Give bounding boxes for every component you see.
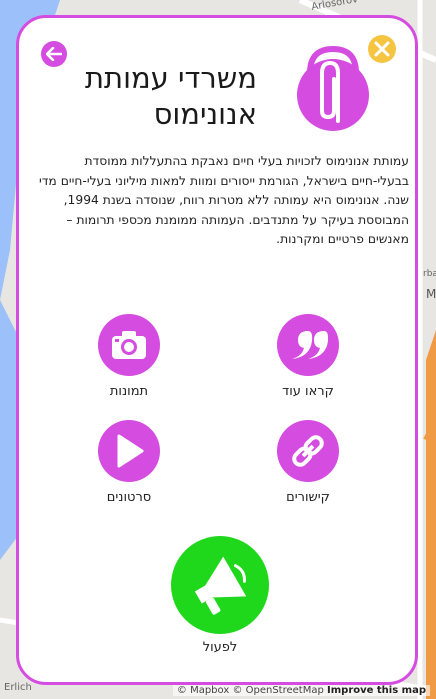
map-label-edge-1: rba <box>423 269 436 279</box>
map-label-edge-2: M <box>426 287 436 301</box>
links-button[interactable]: קישורים <box>253 420 363 505</box>
page-title: משרדי עמותת אנונימוס <box>84 61 257 131</box>
info-card: משרדי עמותת אנונימוס עמותת אנונימוס לזכו… <box>16 15 418 685</box>
videos-button[interactable]: סרטונים <box>74 420 184 505</box>
photos-button[interactable]: תמונות <box>74 314 184 399</box>
read-more-label: קראו עוד <box>282 384 334 399</box>
links-circle[interactable] <box>277 420 339 482</box>
play-icon <box>117 434 144 468</box>
improve-map-link[interactable]: Improve this map <box>327 685 426 696</box>
act-button[interactable]: לפעול <box>161 536 279 655</box>
quote-icon <box>292 331 328 359</box>
paperclip-bag-logo <box>297 45 369 131</box>
megaphone-icon <box>194 556 247 615</box>
read-more-button[interactable]: קראו עוד <box>253 314 363 399</box>
close-icon <box>374 41 390 57</box>
link-icon <box>292 435 324 467</box>
act-circle[interactable] <box>171 536 269 634</box>
street-label-top: Arlosorov <box>311 0 359 13</box>
arrow-left-icon <box>46 47 62 61</box>
videos-label: סרטונים <box>106 490 152 505</box>
street-label-bottom: Erlich <box>4 682 32 693</box>
camera-icon <box>112 331 146 359</box>
act-label: לפעול <box>202 640 238 655</box>
mapbox-attribution-link[interactable]: © Mapbox <box>177 685 229 696</box>
links-label: קישורים <box>286 490 330 505</box>
read-more-circle[interactable] <box>277 314 339 376</box>
organization-description: עמותת אנונימוס לזכויות בעלי חיים נאבקת ב… <box>38 154 409 246</box>
photos-label: תמונות <box>109 384 149 399</box>
videos-circle[interactable] <box>98 420 160 482</box>
photos-circle[interactable] <box>98 314 160 376</box>
map-attribution[interactable]: © Mapbox © OpenStreetMap Improve this ma… <box>172 685 430 696</box>
osm-attribution-link[interactable]: © OpenStreetMap <box>232 685 323 696</box>
